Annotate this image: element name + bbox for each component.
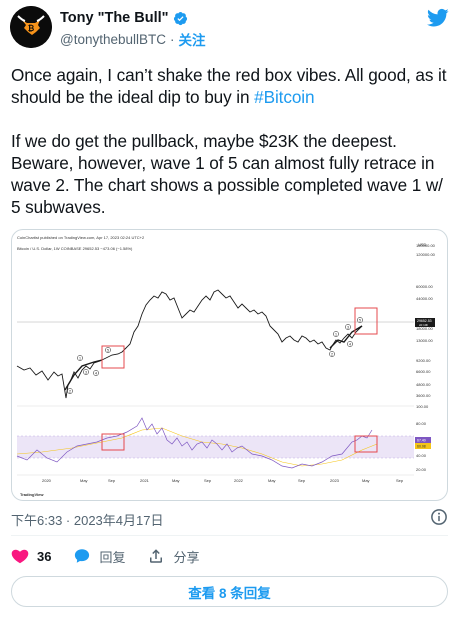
wave-trend-recent — [329, 325, 363, 349]
price-tick-label: 9200.00 — [416, 358, 431, 363]
tweet-timestamp[interactable]: 下午6:33 · 2023年4月17日 — [11, 510, 163, 529]
wave-label: 3 — [347, 325, 349, 329]
rsi-tick-label: 100.00 — [416, 404, 429, 409]
rsi-tick-label: 80.00 — [416, 421, 427, 426]
tweet-paragraph-1: Once again, I can’t shake the red box vi… — [11, 64, 451, 108]
wave-labels-early: 1 2 3 4 5 — [67, 347, 111, 394]
tweet-line1-text: Once again, I can’t shake the red box vi… — [11, 65, 447, 107]
wave-label: 4 — [349, 342, 351, 346]
author-handle[interactable]: @tonythebullBTC — [60, 32, 166, 47]
chart-image[interactable]: CoinChartist published on TradingView.co… — [11, 229, 448, 501]
time-axis-label: May — [362, 478, 370, 483]
time-axis-label: Sep — [396, 478, 404, 483]
tweet-body: Once again, I can’t shake the red box vi… — [11, 64, 451, 240]
wave-label: 1 — [79, 356, 81, 360]
share-label: 分享 — [173, 549, 200, 565]
wave-label: 5 — [107, 348, 109, 352]
wave-labels-recent: 1 2 3 4 5 — [329, 317, 363, 357]
time-axis: 2020 May Sep 2021 May Sep 2022 May Sep 2023 May Sep — [42, 478, 404, 483]
wave-label: 4 — [95, 371, 97, 375]
time-axis-label: May — [80, 478, 88, 483]
rsi-ma-value: 60.08 — [417, 445, 426, 449]
time-axis-label: May — [268, 478, 276, 483]
price-tick-label: 3600.00 — [416, 393, 431, 398]
action-bar: 36 回复 分享 — [11, 546, 448, 566]
reply-bubble-icon — [75, 549, 90, 563]
bull-logo-icon: ₿ — [10, 6, 52, 48]
reply-label: 回复 — [99, 549, 126, 565]
rsi-current-value: 67.40 — [417, 439, 426, 443]
hashtag-link[interactable]: #Bitcoin — [254, 87, 314, 107]
twitter-bird-icon[interactable] — [427, 8, 449, 28]
tradingview-watermark: TradingView — [20, 492, 44, 497]
author-name[interactable]: Tony "The Bull" — [60, 10, 169, 26]
share-upload-icon — [150, 549, 163, 563]
chart-header-line: CoinChartist published on TradingView.co… — [17, 235, 145, 240]
wave-label: 2 — [331, 352, 333, 356]
time-axis-label: May — [172, 478, 180, 483]
time-axis-label: 2022 — [234, 478, 244, 483]
price-tick-label: 13000.00 — [416, 338, 433, 343]
time-axis-label: Sep — [298, 478, 306, 483]
wave-label: 5 — [359, 318, 361, 322]
tradingview-chart: CoinChartist published on TradingView.co… — [16, 235, 436, 497]
share-button[interactable]: 分享 — [147, 547, 200, 566]
separator-dot: · — [170, 31, 175, 47]
time-axis-label: Sep — [204, 478, 212, 483]
follow-button[interactable]: 关注 — [179, 29, 206, 49]
view-replies-button[interactable]: 查看 8 条回复 — [11, 576, 448, 607]
heart-icon — [11, 549, 29, 564]
rsi-tick-label: 40.00 — [416, 453, 427, 458]
svg-text:₿: ₿ — [28, 24, 35, 33]
price-tick-label: 60000.00 — [416, 284, 433, 289]
price-tick-label: 4800.00 — [416, 382, 431, 387]
chart-symbol-line: Bitcoin / U.S. Dollar, 1W COINBASE 29652… — [17, 246, 133, 251]
like-count: 36 — [37, 548, 52, 564]
like-button[interactable]: 36 — [11, 547, 51, 565]
time-axis-label: Sep — [108, 478, 116, 483]
price-tick-label: 120000.00 — [416, 252, 436, 257]
current-price-sub: 2d 10h — [419, 323, 429, 327]
tweet-header: ₿ Tony "The Bull" @tonythebullBTC · 关注 — [10, 6, 449, 50]
reply-button[interactable]: 回复 — [73, 547, 125, 566]
divider — [11, 535, 448, 536]
wave-label: 2 — [69, 389, 71, 393]
time-axis-label: 2021 — [140, 478, 150, 483]
price-tick-label: 160000.00 — [416, 243, 436, 248]
wave-label: 1 — [335, 332, 337, 336]
time-axis-label: 2020 — [42, 478, 52, 483]
rsi-tick-label: 20.00 — [416, 467, 427, 472]
price-series-line — [16, 289, 363, 399]
wave-label: 3 — [85, 370, 87, 374]
price-tick-label: 6600.00 — [416, 369, 431, 374]
time-axis-label: 2023 — [330, 478, 340, 483]
verified-badge-icon — [173, 11, 187, 25]
price-tick-label: 44000.00 — [416, 296, 433, 301]
avatar[interactable]: ₿ — [10, 6, 52, 48]
tweet-paragraph-2: If we do get the pullback, maybe $23K th… — [11, 131, 443, 217]
info-icon[interactable] — [430, 508, 448, 526]
